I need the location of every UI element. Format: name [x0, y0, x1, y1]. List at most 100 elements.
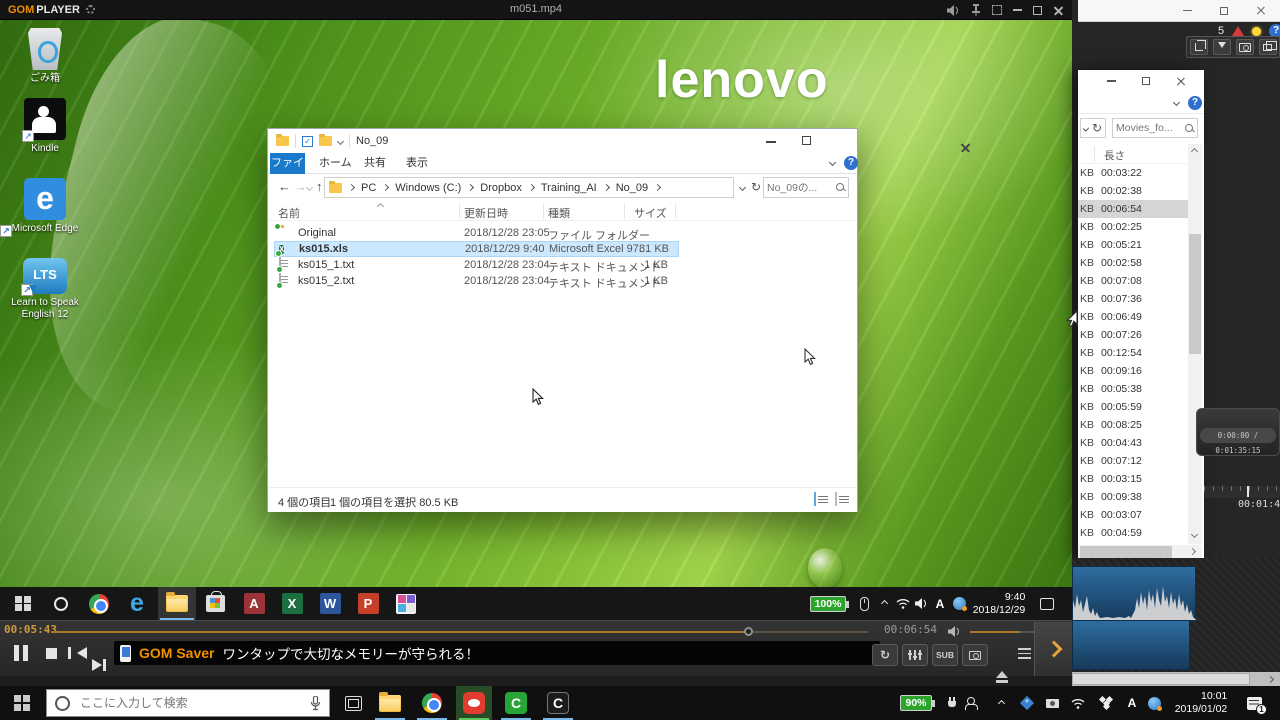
inner-store-button[interactable] [198, 587, 232, 620]
inner-volume-indicator[interactable] [912, 587, 930, 620]
movie-row[interactable]: KB00:07:08 [1078, 272, 1188, 290]
cortana-tray[interactable] [1144, 686, 1164, 720]
refresh-icon[interactable]: ↻ [751, 180, 761, 194]
gom-close-button[interactable] [1053, 5, 1064, 16]
breadcrumb-windows-c[interactable]: Windows (C:) [395, 182, 461, 194]
column-date[interactable]: 更新日時 [464, 205, 508, 221]
wifi-indicator[interactable] [1068, 686, 1088, 720]
taskbar-clock[interactable]: 10:012019/01/02 [1168, 686, 1234, 720]
history-chevron-icon[interactable] [306, 184, 313, 191]
speaker-icon[interactable] [947, 5, 960, 16]
movie-row[interactable]: KB00:03:07 [1078, 506, 1188, 524]
close-button[interactable] [1176, 76, 1186, 86]
breadcrumb-pc[interactable]: PC [361, 182, 376, 194]
inner-cortana-tray[interactable] [950, 587, 968, 620]
file-row-selected[interactable]: X ks015.xls 2018/12/29 9:40 Microsoft Ex… [274, 241, 679, 257]
microphone-icon[interactable] [310, 696, 321, 711]
stop-button[interactable] [46, 648, 57, 659]
up-button[interactable]: ↑ [316, 179, 323, 194]
inner-action-center[interactable] [1036, 587, 1058, 620]
movie-row[interactable]: KB00:05:38 [1078, 380, 1188, 398]
desktop-icon-lts[interactable]: LTS↗ Learn to Speak English 12 [2, 258, 88, 321]
action-center-button[interactable]: 1 [1240, 686, 1268, 720]
column-length[interactable]: 長さ [1104, 148, 1125, 163]
movie-row[interactable]: KB00:05:21 [1078, 236, 1188, 254]
equalizer-button[interactable] [902, 644, 928, 666]
close-button[interactable] [1256, 6, 1266, 16]
movie-row[interactable]: KB00:07:26 [1078, 326, 1188, 344]
help-icon[interactable]: ? [844, 156, 858, 170]
video-area[interactable]: lenovo ごみ箱 ↗ Kindle e↗ Microsoft Edge LT… [0, 20, 1072, 620]
timeline-clip-audio[interactable] [1072, 566, 1196, 622]
taskbar-chrome-button[interactable] [414, 686, 450, 720]
ime-indicator[interactable]: A [1124, 686, 1140, 720]
breadcrumb-no-09[interactable]: No_09 [616, 182, 648, 194]
vertical-scrollbar[interactable] [1188, 144, 1202, 544]
bulb-icon[interactable] [1252, 27, 1261, 36]
file-row[interactable]: Original 2018/12/28 23:05 ファイル フォルダー [268, 225, 857, 241]
minimize-button[interactable] [1183, 10, 1192, 12]
explorer-minimize-button[interactable] [766, 141, 776, 143]
tab-view[interactable]: 表示 [406, 153, 428, 174]
people-button[interactable] [962, 686, 984, 720]
inner-access-button[interactable]: A [236, 587, 272, 620]
inner-start-button[interactable] [6, 587, 40, 620]
back-button[interactable]: ← [278, 179, 291, 194]
details-view-button[interactable] [814, 492, 816, 506]
movie-row[interactable]: KB00:02:58 [1078, 254, 1188, 272]
taskbar-explorer-button[interactable] [372, 686, 408, 720]
timeline-playhead[interactable] [1247, 486, 1249, 497]
taskbar-gom-button-active[interactable] [456, 686, 492, 720]
editor-scrollbar-thumb[interactable] [1072, 673, 1250, 685]
snapshot-button[interactable] [962, 644, 988, 666]
movie-row-selected[interactable]: KB00:06:54 [1078, 200, 1188, 218]
breadcrumb-dropbox[interactable]: Dropbox [480, 182, 522, 194]
movie-row[interactable]: KB00:07:36 [1078, 290, 1188, 308]
battery-indicator[interactable]: 90% [890, 686, 942, 720]
breadcrumb[interactable]: PC Windows (C:) Dropbox Training_AI No_0… [324, 177, 734, 198]
movie-row[interactable]: KB00:03:22 [1078, 164, 1188, 182]
maximize-button[interactable] [1220, 7, 1228, 15]
explorer-titlebar[interactable]: ✓ No_09 [268, 129, 857, 153]
scrollbar-thumb[interactable] [1080, 546, 1172, 558]
gom-ad-banner[interactable]: GOM Saver ワンタップで大切なメモリーが守られる！ [114, 641, 880, 665]
inner-explorer-button[interactable] [158, 587, 196, 620]
taskbar-search[interactable] [46, 689, 330, 717]
file-row[interactable]: ks015_2.txt 2018/12/28 23:04 テキスト ドキュメント… [268, 273, 857, 289]
movie-row[interactable]: KB00:08:25 [1078, 416, 1188, 434]
quick-access-folder-icon[interactable] [319, 136, 332, 146]
movie-row[interactable]: KB00:05:59 [1078, 398, 1188, 416]
tray-device[interactable] [1042, 686, 1062, 720]
subtitle-button[interactable]: SUB [932, 644, 958, 666]
pin-icon[interactable] [971, 4, 981, 16]
address-controls[interactable]: ↻ [1080, 118, 1106, 138]
previous-button[interactable] [68, 647, 82, 659]
thumbnails-view-button[interactable] [835, 492, 837, 506]
movie-row[interactable]: KB00:06:49 [1078, 308, 1188, 326]
quick-access-check-icon[interactable]: ✓ [302, 136, 313, 147]
movie-row[interactable]: KB00:04:43 [1078, 434, 1188, 452]
movie-row[interactable]: KB00:09:16 [1078, 362, 1188, 380]
next-button[interactable] [92, 659, 106, 671]
taskbar-capture-button[interactable]: C [540, 686, 576, 720]
timeline-ruler[interactable] [1204, 486, 1280, 498]
movies-search-input[interactable] [1116, 122, 1185, 134]
gom-titlebar[interactable]: GOM PLAYER m051.mp4 [0, 0, 1072, 20]
help-icon[interactable]: ? [1188, 96, 1202, 110]
inner-cortana-button[interactable] [44, 587, 78, 620]
minimize-button[interactable] [1107, 80, 1116, 82]
power-indicator[interactable] [944, 686, 960, 720]
explorer-close-button[interactable] [960, 142, 971, 153]
movie-row[interactable]: KB00:04:59 [1078, 524, 1188, 542]
tab-home[interactable]: ホーム [319, 153, 352, 174]
desktop-icon-recycle-bin[interactable]: ごみ箱 [2, 28, 88, 85]
eject-button[interactable] [996, 671, 1008, 683]
tray-bluetooth[interactable] [1018, 686, 1036, 720]
column-type[interactable]: 種類 [548, 205, 570, 221]
playlist-menu-button[interactable] [1018, 646, 1031, 661]
windows-stack-button[interactable] [1259, 39, 1277, 55]
inner-mouse-tray-icon[interactable] [856, 587, 872, 620]
taskbar-camtasia-button[interactable]: C [498, 686, 534, 720]
movie-row[interactable]: KB00:03:15 [1078, 470, 1188, 488]
desktop-icon-kindle[interactable]: ↗ Kindle [2, 98, 88, 155]
